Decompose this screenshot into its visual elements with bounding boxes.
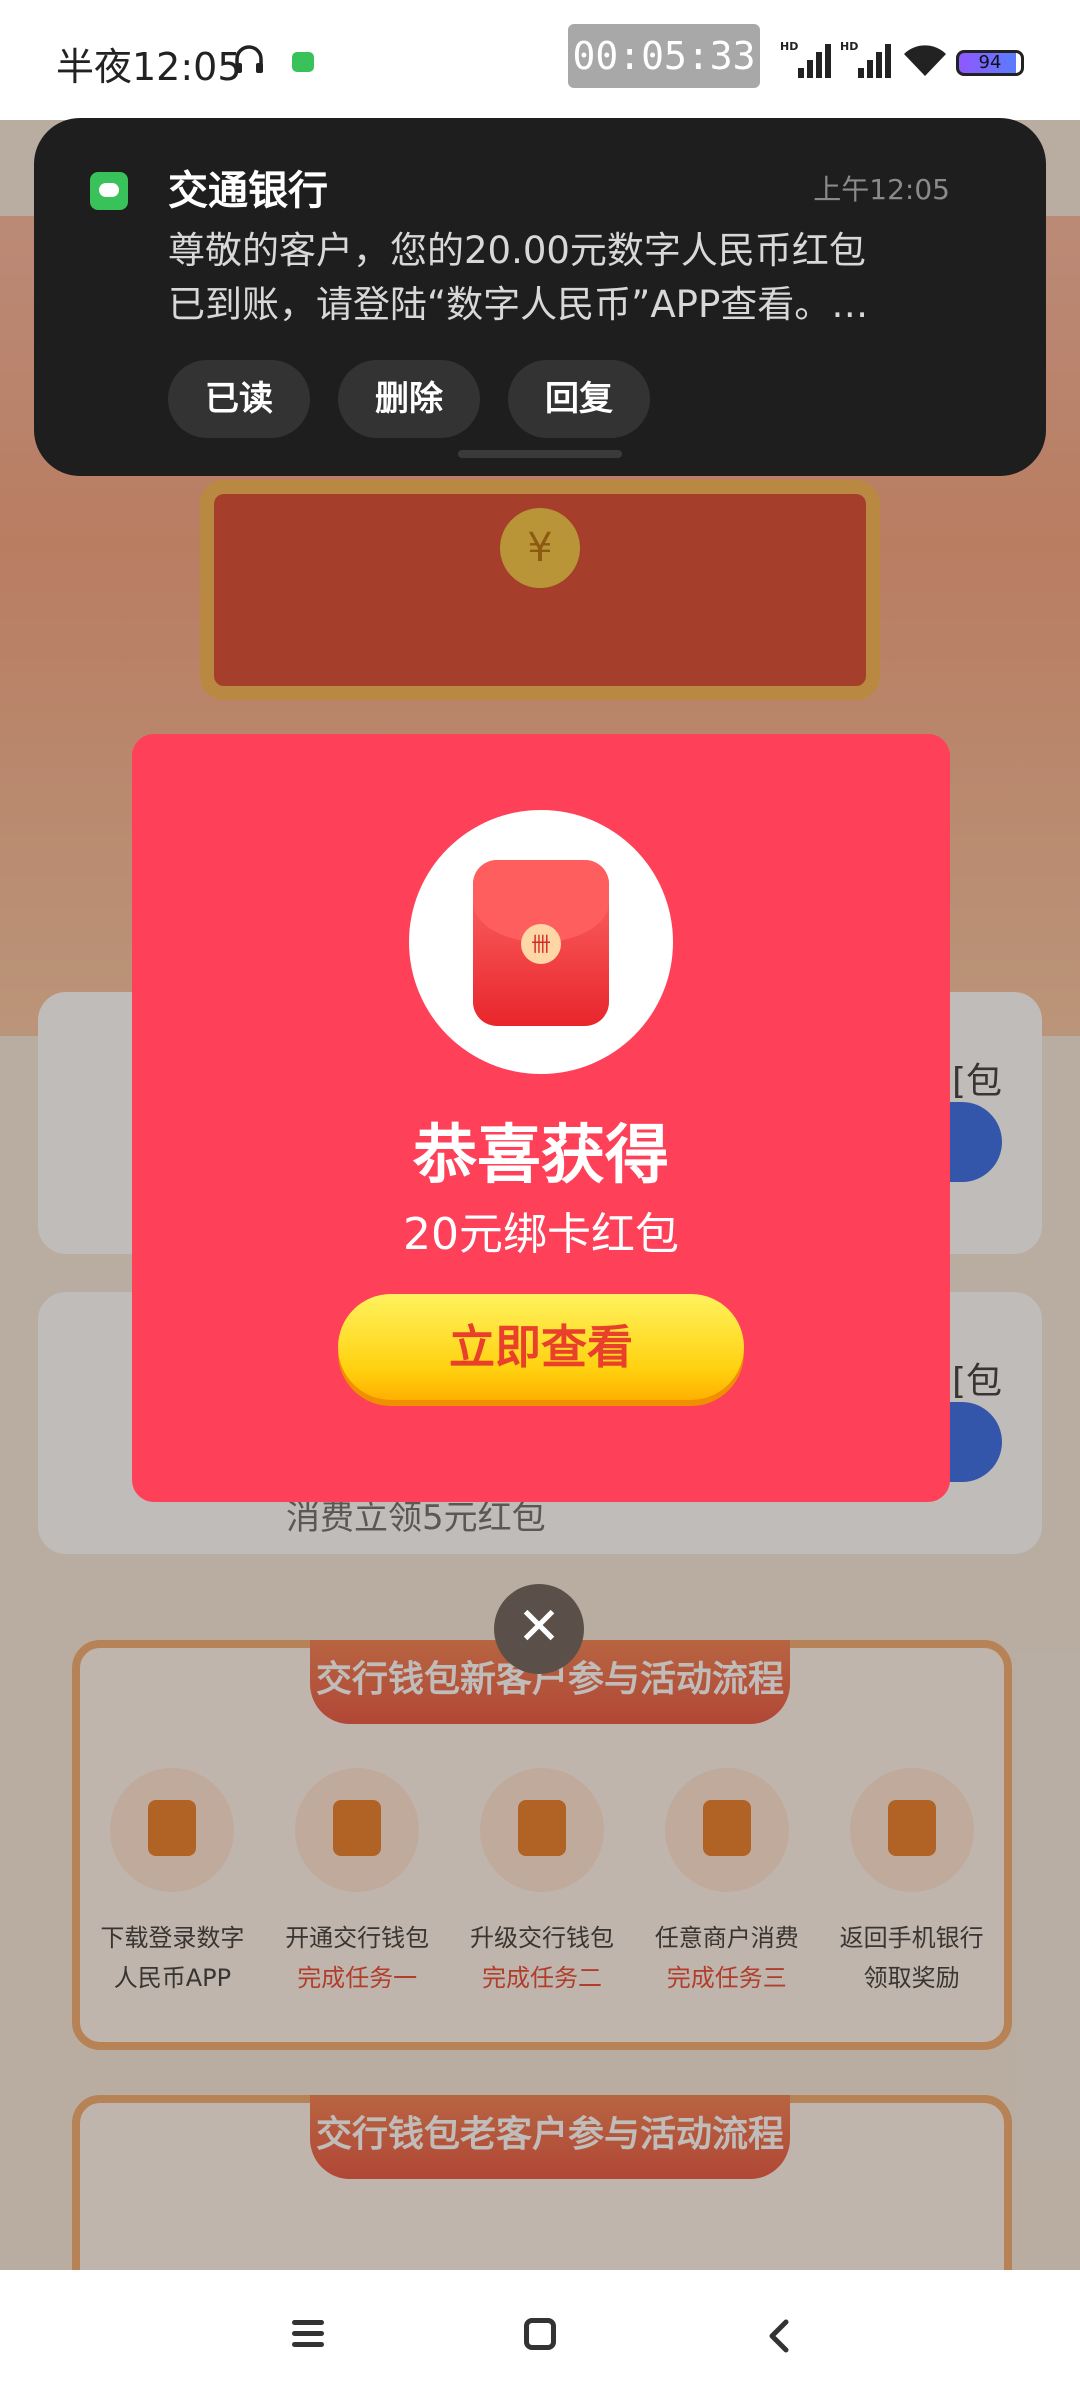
envelope-seal: 卌 (521, 924, 561, 964)
popup-title: 恭喜获得 (413, 1119, 669, 1193)
notification-body-line: 已到账，请登陆“数字人民币”APP查看。… (168, 283, 869, 326)
view-now-button[interactable]: 立即查看 (338, 1294, 744, 1400)
reply-button[interactable]: 回复 (508, 360, 650, 438)
svg-text:HD: HD (780, 40, 798, 53)
signal-icon: HD (780, 40, 831, 78)
red-envelope-badge: 卌 (409, 810, 673, 1074)
home-icon[interactable] (524, 2318, 556, 2350)
recording-timer: 00:05:33 (568, 24, 760, 88)
signal-icon: HD (840, 40, 891, 78)
sms-notification[interactable]: 交通银行 上午12:05 尊敬的客户，您的20.00元数字人民币红包 已到账，请… (34, 118, 1046, 476)
battery-icon: 94 (956, 50, 1024, 76)
popup-subtitle: 20元绑卡红包 (403, 1209, 679, 1260)
back-icon[interactable] (760, 2316, 800, 2356)
status-bar: 半夜12:05 00:05:33 HD HD 94 (0, 0, 1080, 120)
system-nav-bar (0, 2270, 1080, 2400)
delete-button[interactable]: 删除 (338, 360, 480, 438)
close-icon[interactable]: ✕ (494, 1584, 584, 1674)
message-icon (292, 52, 314, 72)
reward-popup: 卌 恭喜获得 20元绑卡红包 立即查看 (132, 734, 950, 1502)
notification-time: 上午12:05 (813, 173, 950, 206)
wifi-icon (904, 45, 946, 76)
notification-body: 尊敬的客户，您的20.00元数字人民币红包 已到账，请登陆“数字人民币”APP查… (168, 224, 948, 332)
mark-read-button[interactable]: 已读 (168, 360, 310, 438)
menu-icon[interactable] (292, 2320, 324, 2348)
notification-body-line: 尊敬的客户，您的20.00元数字人民币红包 (168, 229, 866, 272)
svg-text:HD: HD (840, 40, 858, 53)
message-app-icon (90, 172, 128, 210)
headset-icon (235, 45, 263, 73)
drag-handle[interactable] (458, 450, 622, 458)
notification-actions: 已读 删除 回复 (168, 360, 650, 438)
notification-title: 交通银行 (168, 168, 328, 214)
status-time: 半夜12:05 (56, 45, 242, 89)
red-envelope-icon: 卌 (473, 860, 609, 1026)
